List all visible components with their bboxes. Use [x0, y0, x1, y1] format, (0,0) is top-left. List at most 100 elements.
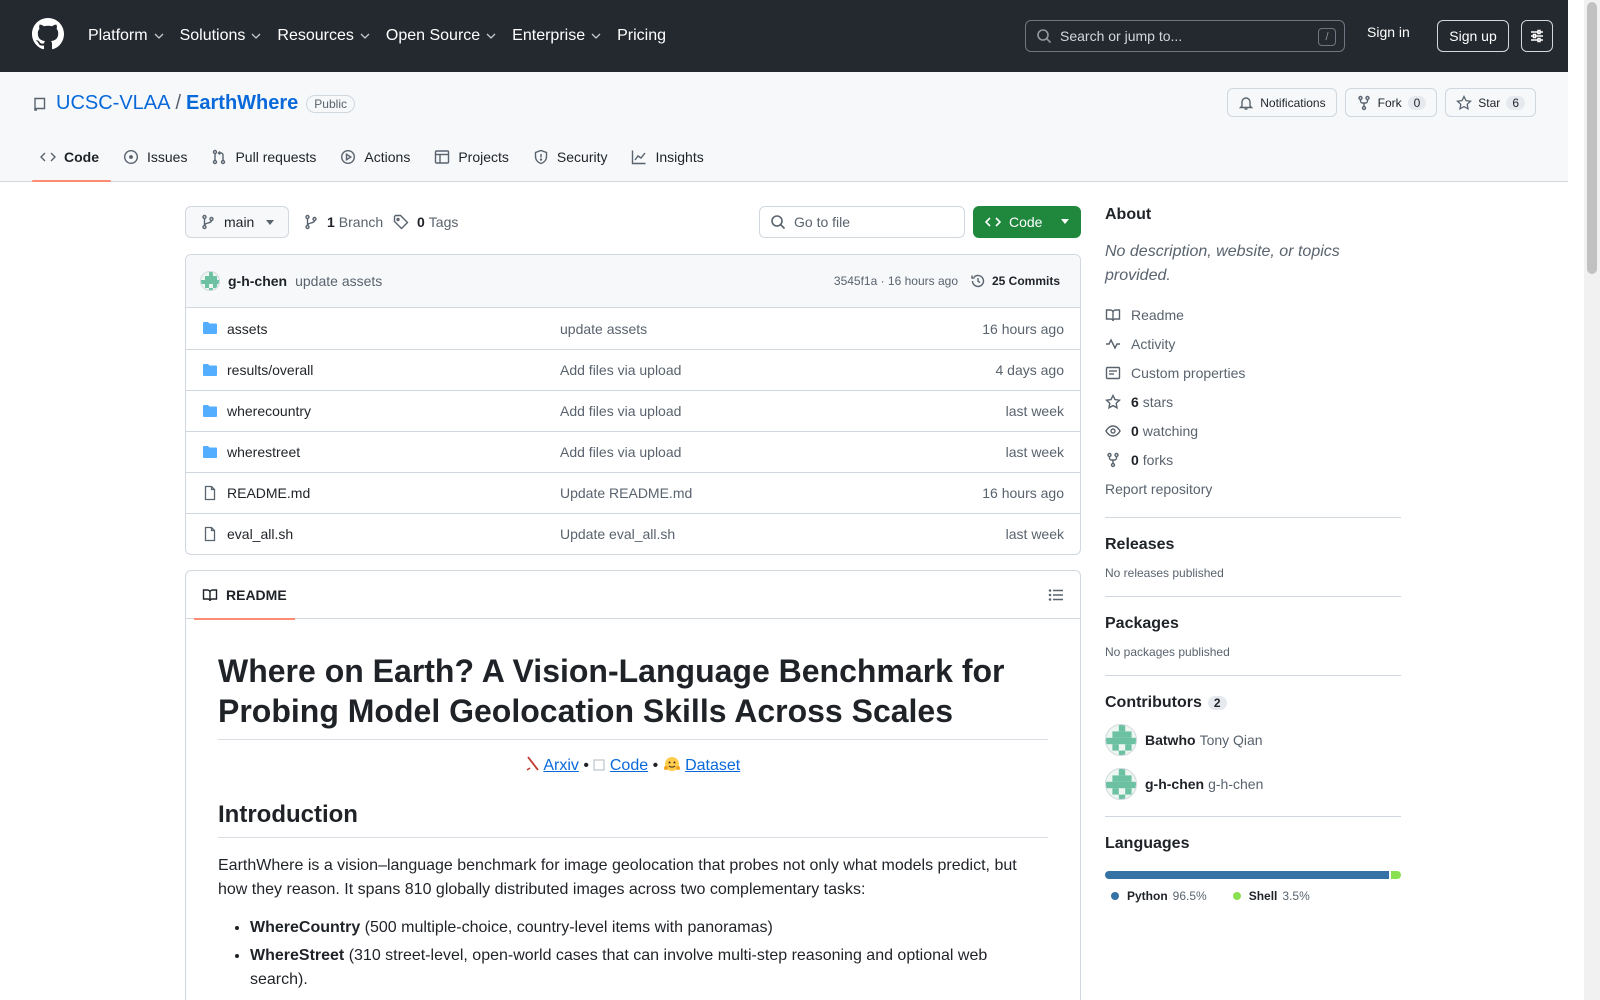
chevron-down-icon	[251, 33, 261, 39]
repo-owner-link[interactable]: UCSC-VLAA	[56, 92, 170, 115]
arxiv-link[interactable]: Arxiv	[543, 757, 579, 774]
page-scrollbar[interactable]	[1584, 0, 1600, 1000]
contributors-heading[interactable]: Contributors 2	[1105, 694, 1401, 712]
sidebar-item-stars[interactable]: 6 stars	[1105, 387, 1401, 416]
fork-button[interactable]: Fork 0	[1344, 88, 1438, 117]
tags-link[interactable]: 0 Tags	[393, 214, 458, 230]
star-button[interactable]: Star 6	[1445, 88, 1536, 117]
table-row[interactable]: wherecountry Add files via upload last wee…	[186, 390, 1080, 431]
avatar[interactable]	[1105, 768, 1137, 800]
tab-label: Code	[64, 149, 99, 165]
branches-link[interactable]: 1 Branch	[303, 214, 383, 230]
file-name-link[interactable]: eval_all.sh	[227, 526, 293, 542]
file-commit-message[interactable]: Update eval_all.sh	[560, 526, 675, 542]
language-percent: 96.5%	[1172, 889, 1207, 903]
file-commit-message[interactable]: Add files via upload	[560, 403, 681, 419]
github-logo-icon[interactable]	[32, 18, 64, 50]
sidebar-item-label: watching	[1142, 422, 1199, 439]
table-row[interactable]: wherestreet Add files via upload last week	[186, 431, 1080, 472]
contributor-login: g-h-chen	[1145, 776, 1205, 792]
fork-icon	[1357, 95, 1370, 110]
scrollbar-thumb[interactable]	[1587, 2, 1597, 274]
computer-emoji-icon	[593, 758, 605, 772]
sidebar-item-custom-properties[interactable]: Custom properties	[1105, 358, 1401, 387]
contributor-item[interactable]: g-h-chen g-h-chen	[1105, 768, 1401, 800]
file-commit-message[interactable]: Update README.md	[560, 485, 692, 501]
sidebar-item-forks[interactable]: 0 forks	[1105, 445, 1401, 474]
nav-item-resources[interactable]: Resources	[277, 27, 370, 45]
nav-item-pricing[interactable]: Pricing	[617, 27, 666, 45]
file-commit-message[interactable]: Add files via upload	[560, 362, 681, 378]
sidebar-item-watching[interactable]: 0 watching	[1105, 416, 1401, 445]
contributor-item[interactable]: Batwho Tony Qian	[1105, 724, 1401, 756]
tab-label: Security	[556, 149, 608, 165]
introduction-paragraph: EarthWhere is a vision–language benchmar…	[218, 857, 1017, 898]
tab-security[interactable]: Security	[525, 140, 620, 182]
nav-item-label: Open Source	[385, 27, 481, 44]
language-item[interactable]: Shell 3.5%	[1232, 889, 1310, 903]
commit-sha-time[interactable]: 3545f1a · 16 hours ago	[834, 274, 958, 288]
link-separator: •	[583, 757, 589, 774]
sign-up-button[interactable]: Sign up	[1437, 20, 1509, 52]
tab-code[interactable]: Code	[32, 140, 111, 182]
report-repository-link[interactable]: Report repository	[1105, 474, 1401, 503]
file-commit-date: last week	[1005, 444, 1064, 460]
table-row[interactable]: assets update assets 16 hours ago	[186, 308, 1080, 349]
table-row[interactable]: README.md Update README.md 16 hours ago	[186, 472, 1080, 513]
sidebar-item-readme[interactable]: Readme	[1105, 300, 1401, 329]
commit-author-link[interactable]: g-h-chen	[228, 273, 287, 289]
avatar[interactable]	[1105, 724, 1137, 756]
notifications-button[interactable]: Notifications	[1227, 88, 1337, 117]
list-unordered-icon[interactable]	[1048, 587, 1064, 603]
branch-select[interactable]: main	[185, 206, 289, 238]
author-avatar[interactable]	[200, 271, 220, 291]
identicon-icon	[201, 272, 219, 290]
repo-name-link[interactable]: EarthWhere	[186, 92, 298, 115]
file-name-link[interactable]: README.md	[227, 485, 310, 501]
file-name-link[interactable]: results/overall	[227, 362, 313, 378]
sidebar-item-activity[interactable]: Activity	[1105, 329, 1401, 358]
tab-pull-requests[interactable]: Pull requests	[203, 140, 328, 182]
tab-insights[interactable]: Insights	[623, 140, 715, 182]
nav-item-platform[interactable]: Platform	[88, 27, 164, 45]
language-item[interactable]: Python 96.5%	[1111, 889, 1207, 903]
commit-message-link[interactable]: update assets	[295, 273, 382, 289]
sign-in-link[interactable]: Sign in	[1367, 24, 1410, 40]
packages-heading[interactable]: Packages	[1105, 615, 1401, 633]
releases-heading[interactable]: Releases	[1105, 536, 1401, 554]
hugging-face-emoji-icon	[663, 756, 681, 772]
file-name-link[interactable]: assets	[227, 321, 267, 337]
nav-item-open-source[interactable]: Open Source	[386, 27, 496, 45]
language-color-dot	[1232, 892, 1241, 900]
table-row[interactable]: eval_all.sh Update eval_all.sh last week	[186, 513, 1080, 554]
dataset-link[interactable]: Dataset	[685, 757, 740, 774]
readme-tab[interactable]: README	[194, 571, 295, 620]
tab-issues[interactable]: Issues	[115, 140, 199, 182]
file-commit-message[interactable]: Add files via upload	[560, 444, 681, 460]
commits-history-link[interactable]: 25 Commits	[970, 273, 1060, 289]
branch-icon	[202, 214, 214, 230]
readme-title: Where on Earth? A Vision-Language Benchm…	[218, 651, 1048, 740]
task-name: WhereCountry	[250, 919, 361, 936]
fork-label: Fork	[1377, 95, 1402, 110]
command-palette-button[interactable]	[1521, 20, 1553, 52]
code-dropdown-button[interactable]: Code	[973, 206, 1081, 238]
search-input[interactable]: Search or jump to... /	[1025, 20, 1345, 52]
file-name-link[interactable]: wherecountry	[227, 403, 311, 419]
path-separator: /	[175, 92, 182, 114]
global-header: Platform Solutions Resources Open Source Ent…	[0, 0, 1568, 72]
table-row[interactable]: results/overall Add files via upload 4 day…	[186, 349, 1080, 390]
file-browser: g-h-chen update assets 3545f1a · 16 hour…	[185, 254, 1081, 555]
tab-projects[interactable]: Projects	[426, 140, 521, 182]
languages-heading: Languages	[1105, 835, 1190, 852]
file-commit-message[interactable]: update assets	[560, 321, 647, 337]
go-to-file-input[interactable]: Go to file	[759, 206, 965, 238]
code-link[interactable]: Code	[610, 757, 648, 774]
nav-item-enterprise[interactable]: Enterprise	[512, 27, 601, 45]
keyboard-shortcut-hint: /	[1318, 28, 1336, 46]
contributors-section: Contributors 2 Batwho Tony Qian g-h-chen g-…	[1105, 675, 1401, 800]
file-name-link[interactable]: wherestreet	[227, 444, 300, 460]
nav-item-solutions[interactable]: Solutions	[180, 27, 262, 45]
sidebar-item-label: Activity	[1131, 335, 1176, 352]
tab-actions[interactable]: Actions	[332, 140, 422, 182]
